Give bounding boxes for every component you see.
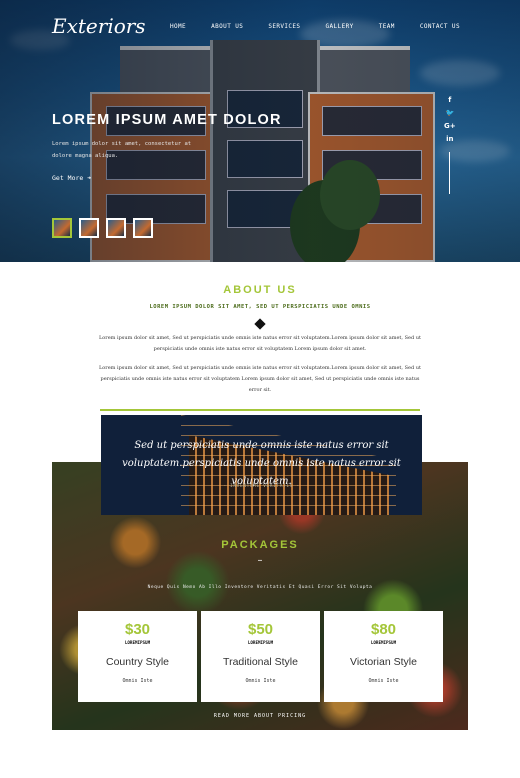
- packages-dash: –: [257, 555, 263, 566]
- package-card-country: $30 LOREMIPSUM Country Style Omnis Iste: [78, 611, 197, 702]
- package-button[interactable]: Omnis Iste: [201, 678, 320, 684]
- social-links: f 🐦 G+ in: [444, 96, 456, 194]
- about-rule: [100, 409, 420, 411]
- slider-thumb[interactable]: [106, 218, 126, 238]
- packages-subtitle: Neque Quis Nemo Ab Illo Inventore Verita…: [147, 585, 373, 590]
- hero-title: LOREM IPSUM AMET DOLOR: [52, 112, 282, 128]
- slider-thumb[interactable]: [133, 218, 153, 238]
- packages-title: PACKAGES: [221, 539, 299, 551]
- quote-caption: - INVENTORE VERITATIS -: [223, 484, 300, 489]
- package-label: LOREMIPSUM: [370, 640, 397, 645]
- slider-thumb[interactable]: [79, 218, 99, 238]
- get-more-link[interactable]: Get More ➜: [52, 174, 91, 182]
- slider-thumbnails: [52, 218, 153, 238]
- nav-home[interactable]: HOME: [170, 23, 186, 30]
- package-price: $80: [370, 621, 397, 638]
- main-nav: HOME ABOUT US SERVICES GALLERY TEAM CONT…: [170, 23, 460, 30]
- hero-text: Lorem ipsum dolor sit amet, consectetur …: [52, 141, 192, 159]
- package-label: LOREMIPSUM: [124, 640, 151, 645]
- package-card-traditional: $50 LOREMIPSUM Traditional Style Omnis I…: [201, 611, 320, 702]
- about-title: ABOUT US: [223, 284, 297, 296]
- hero-banner: Exteriors HOME ABOUT US SERVICES GALLERY…: [0, 0, 520, 262]
- read-more-pricing-link[interactable]: READ MORE ABOUT PRICING: [0, 713, 520, 719]
- site-logo[interactable]: Exteriors: [52, 14, 146, 38]
- slider-thumb[interactable]: [52, 218, 72, 238]
- quote-banner: Sed ut perspiciatis unde omnis iste natu…: [101, 415, 422, 515]
- diamond-divider: [254, 318, 266, 330]
- nav-contact-us[interactable]: CONTACT US: [420, 23, 460, 30]
- package-button[interactable]: Omnis Iste: [324, 678, 443, 684]
- facebook-icon[interactable]: f: [448, 96, 451, 105]
- package-button[interactable]: Omnis Iste: [78, 678, 197, 684]
- about-paragraph: Lorem ipsum dolor sit amet, Sed ut persp…: [98, 365, 422, 393]
- package-label: LOREMIPSUM: [247, 640, 274, 645]
- google-plus-icon[interactable]: G+: [444, 122, 456, 131]
- nav-gallery[interactable]: GALLERY: [326, 23, 354, 30]
- linkedin-icon[interactable]: in: [446, 135, 453, 144]
- quote-text: Sed ut perspiciatis unde omnis iste natu…: [122, 440, 401, 487]
- nav-about-us[interactable]: ABOUT US: [211, 23, 243, 30]
- package-card-victorian: $80 LOREMIPSUM Victorian Style Omnis Ist…: [324, 611, 443, 702]
- package-price: $30: [124, 621, 151, 638]
- about-subtitle: LOREM IPSUM DOLOR SIT AMET, SED UT PERSP…: [149, 304, 371, 310]
- social-divider: [449, 152, 451, 194]
- package-name: Country Style: [105, 656, 170, 668]
- nav-team[interactable]: TEAM: [379, 23, 395, 30]
- twitter-icon[interactable]: 🐦: [445, 109, 454, 118]
- package-name: Traditional Style: [223, 656, 298, 668]
- nav-services[interactable]: SERVICES: [268, 23, 300, 30]
- package-name: Victorian Style: [350, 656, 417, 668]
- package-price: $50: [247, 621, 274, 638]
- about-paragraph: Lorem ipsum dolor sit amet, Sed ut persp…: [98, 335, 422, 352]
